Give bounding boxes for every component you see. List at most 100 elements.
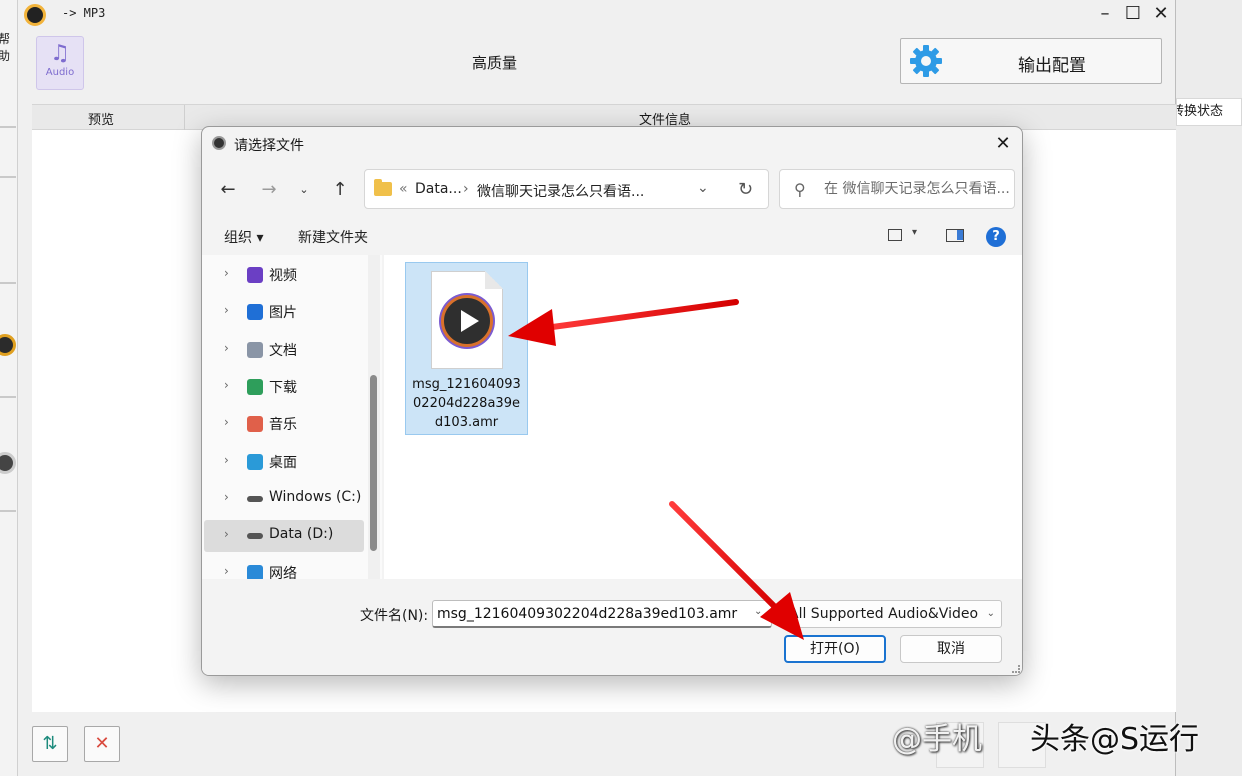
expand-chevron-icon[interactable]: › bbox=[224, 527, 229, 541]
recent-locations-icon[interactable]: ⌄ bbox=[292, 178, 316, 202]
back-arrow-icon[interactable]: ← bbox=[216, 178, 240, 202]
divider bbox=[0, 396, 16, 398]
download-icon bbox=[247, 378, 263, 395]
breadcrumb-root[interactable]: Data... bbox=[415, 181, 462, 197]
drive-icon bbox=[247, 495, 263, 502]
forward-arrow-icon[interactable]: → bbox=[257, 178, 281, 202]
open-button[interactable]: 打开(O) bbox=[784, 635, 886, 663]
column-status: 转换状态 bbox=[1176, 98, 1242, 126]
divider bbox=[0, 510, 16, 512]
output-config-label: 输出配置 bbox=[1018, 56, 1086, 76]
pictures-icon bbox=[247, 304, 263, 321]
breadcrumb-folder[interactable]: 微信聊天记录怎么只看语... bbox=[477, 181, 644, 201]
command-bar: 组织 ▾ 新建文件夹 ▾ ? bbox=[202, 219, 1022, 255]
up-arrow-icon[interactable]: ↑ bbox=[328, 178, 352, 202]
nav-item-label: Windows (C:) bbox=[269, 488, 362, 505]
nav-item[interactable]: › 图片 bbox=[204, 296, 364, 328]
app-toolbar: ♫ Audio 高质量 输出配置 bbox=[18, 28, 1176, 100]
nav-item[interactable]: › 音乐 bbox=[204, 408, 364, 440]
preview-pane-icon[interactable] bbox=[946, 229, 964, 242]
view-mode-icon[interactable] bbox=[888, 229, 902, 241]
file-icon bbox=[431, 271, 503, 369]
nav-item[interactable]: › 桌面 bbox=[204, 446, 364, 478]
documents-icon bbox=[247, 341, 263, 358]
cancel-button[interactable]: 取消 bbox=[900, 635, 1002, 663]
remove-file-button[interactable]: ✕ bbox=[84, 726, 120, 762]
view-dropdown-icon[interactable]: ▾ bbox=[912, 227, 917, 238]
music-icon bbox=[247, 416, 263, 433]
search-input[interactable] bbox=[824, 178, 1010, 200]
address-bar[interactable]: « Data... › 微信聊天记录怎么只看语... ⌄ ↻ bbox=[364, 169, 769, 209]
new-folder-button[interactable]: 新建文件夹 bbox=[298, 227, 368, 247]
disc-icon bbox=[0, 334, 16, 356]
navigation-pane: › 视频 › 图片 › 文档 › 下载 › 音乐 › 桌面 › Windows (C:) › Data (D:… bbox=[202, 255, 382, 579]
dialog-title: 请选择文件 bbox=[234, 138, 304, 154]
folder-icon bbox=[374, 179, 392, 196]
video-icon bbox=[247, 267, 263, 283]
nav-item[interactable]: › 网络 bbox=[204, 557, 364, 579]
audio-format-tile[interactable]: ♫ Audio bbox=[36, 36, 84, 90]
help-icon[interactable]: ? bbox=[986, 227, 1006, 247]
expand-chevron-icon[interactable]: › bbox=[224, 453, 229, 467]
column-preview: 预览 bbox=[88, 113, 115, 128]
file-item[interactable]: msg_12160409302204d228a39ed103.amr bbox=[405, 262, 528, 435]
nav-item[interactable]: › 视频 bbox=[204, 259, 364, 291]
breadcrumb-overflow[interactable]: « bbox=[399, 181, 408, 197]
divider bbox=[0, 126, 16, 128]
drive-icon bbox=[247, 533, 263, 540]
nav-item[interactable]: › Windows (C:) bbox=[204, 483, 364, 515]
file-name: msg_12160409302204d228a39ed103.amr bbox=[412, 377, 521, 430]
nav-item[interactable]: › Data (D:) bbox=[204, 520, 364, 553]
window-title: -> MP3 bbox=[62, 6, 106, 20]
expand-chevron-icon[interactable]: › bbox=[224, 564, 229, 578]
search-box[interactable]: ⚲ bbox=[779, 169, 1015, 209]
nav-item[interactable]: › 下载 bbox=[204, 371, 364, 403]
dialog-close-icon[interactable]: ✕ bbox=[990, 131, 1016, 157]
filename-field[interactable] bbox=[432, 600, 772, 628]
search-icon: ⚲ bbox=[794, 180, 806, 199]
app-logo-icon bbox=[24, 4, 46, 26]
nav-item-label: 文档 bbox=[269, 342, 297, 359]
file-type-value: All Supported Audio&Video bbox=[789, 606, 979, 622]
filename-history-chevron-icon[interactable]: ⌄ bbox=[754, 606, 762, 617]
expand-chevron-icon[interactable]: › bbox=[224, 490, 229, 504]
headphones-icon bbox=[0, 452, 16, 474]
divider bbox=[0, 176, 16, 178]
resize-grip-icon[interactable] bbox=[1012, 665, 1020, 673]
output-config-button[interactable]: 输出配置 bbox=[900, 38, 1162, 84]
quality-label[interactable]: 高质量 bbox=[472, 52, 517, 73]
nav-item-label: 桌面 bbox=[269, 454, 297, 471]
expand-chevron-icon[interactable]: › bbox=[224, 415, 229, 429]
expand-chevron-icon[interactable]: › bbox=[224, 341, 229, 355]
sort-button[interactable]: ⇅ bbox=[32, 726, 68, 762]
nav-item[interactable]: › 文档 bbox=[204, 334, 364, 366]
close-icon[interactable]: ✕ bbox=[1150, 3, 1172, 25]
open-file-dialog: 请选择文件 ✕ ← → ⌄ ↑ « Data... › 微信聊天记录怎么只看语.… bbox=[201, 126, 1023, 676]
minimize-icon[interactable]: – bbox=[1094, 3, 1116, 25]
organize-menu[interactable]: 组织 ▾ bbox=[224, 227, 263, 247]
music-note-icon: ♫ bbox=[50, 41, 70, 66]
breadcrumb-separator: › bbox=[463, 181, 469, 197]
dialog-footer: 文件名(N): ⌄ All Supported Audio&Video ⌄ 打开… bbox=[202, 579, 1022, 675]
file-type-select[interactable]: All Supported Audio&Video ⌄ bbox=[782, 600, 1002, 628]
column-divider bbox=[184, 105, 185, 131]
watermark-faint: @手机 bbox=[892, 722, 982, 757]
adjacent-window-strip: 帮助 bbox=[0, 0, 18, 776]
expand-chevron-icon[interactable]: › bbox=[224, 378, 229, 392]
expand-chevron-icon[interactable]: › bbox=[224, 303, 229, 317]
refresh-icon[interactable]: ↻ bbox=[738, 179, 753, 200]
nav-scrollbar-thumb[interactable] bbox=[370, 375, 377, 551]
expand-chevron-icon[interactable]: › bbox=[224, 266, 229, 280]
nav-item-label: 图片 bbox=[269, 305, 297, 322]
chevron-down-icon[interactable]: ⌄ bbox=[697, 180, 709, 196]
watermark: 头条@S运行 bbox=[1030, 722, 1200, 757]
audio-tile-label: Audio bbox=[45, 67, 75, 78]
play-icon bbox=[441, 295, 493, 347]
nav-item-label: 网络 bbox=[269, 566, 297, 579]
nav-item-label: 下载 bbox=[269, 379, 297, 396]
maximize-icon[interactable]: ☐ bbox=[1122, 3, 1144, 25]
network-icon bbox=[247, 565, 263, 579]
nav-item-label: 音乐 bbox=[269, 417, 297, 434]
nav-item-label: 视频 bbox=[269, 268, 297, 284]
side-label: 帮助 bbox=[0, 32, 11, 63]
